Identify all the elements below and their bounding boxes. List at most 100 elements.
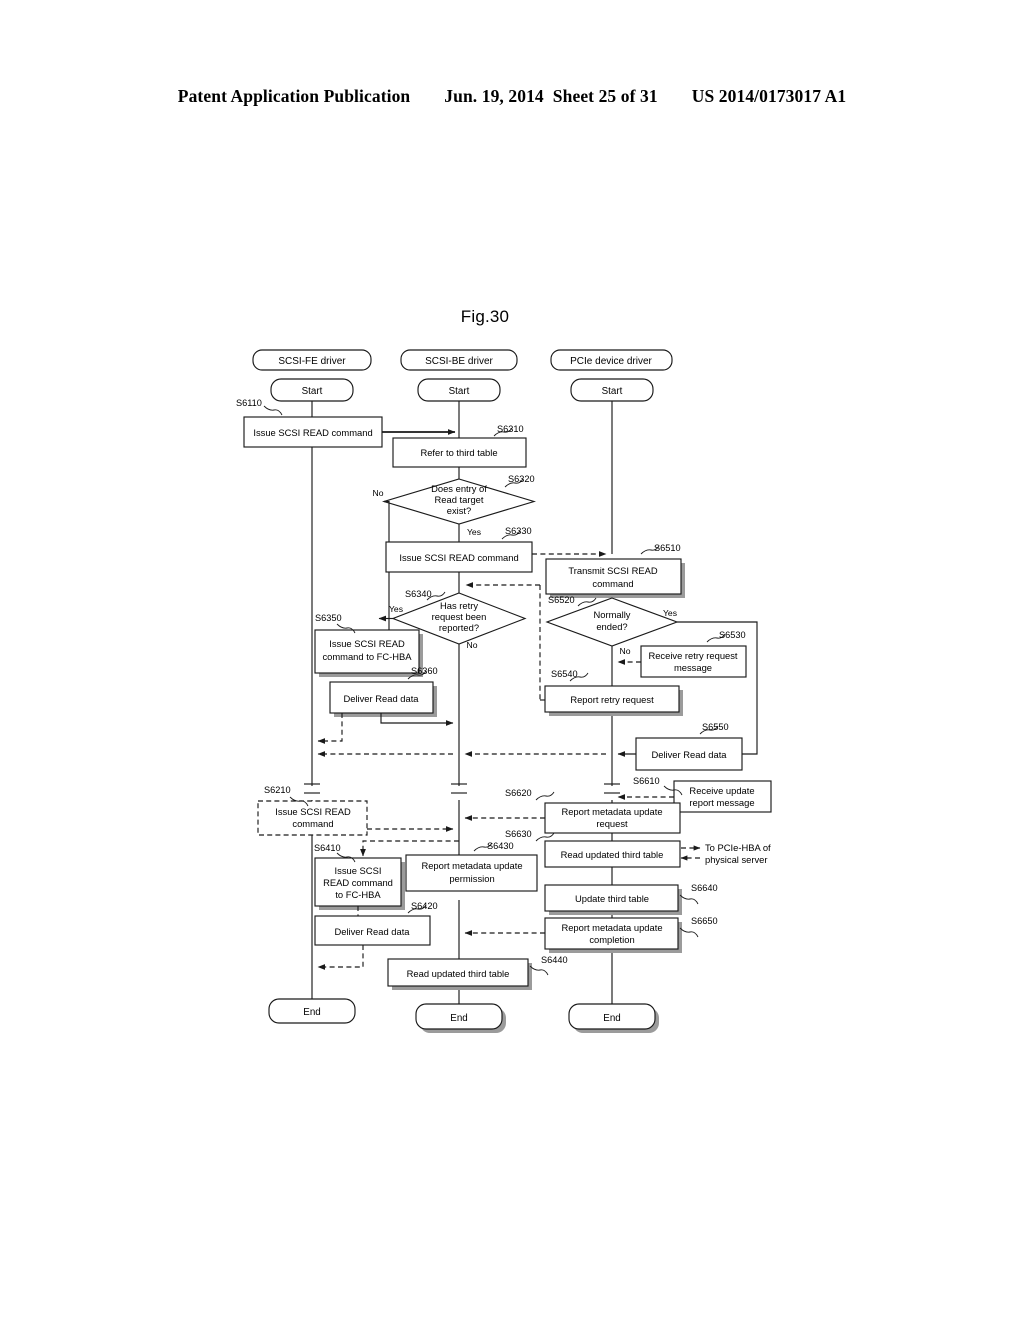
end-terminal-be: End — [415, 1003, 506, 1033]
node-s6510: Transmit SCSI READ command — [545, 558, 685, 598]
annotation-pcie-hba: To PCIe-HBA of physical server — [705, 842, 771, 865]
branch-label-s6340-no: No — [467, 640, 478, 650]
end-label-fe: End — [303, 1007, 320, 1018]
end-terminal-pcie: End — [568, 1003, 659, 1033]
step-label-s6330: S6330 — [505, 526, 532, 536]
node-s6430-line2: permission — [449, 873, 494, 884]
step-label-s6610: S6610 — [633, 776, 660, 786]
node-s6410-line3: to FC-HBA — [335, 889, 381, 900]
node-s6320: Does entry of Read target exist? — [381, 478, 537, 525]
step-label-s6310: S6310 — [497, 424, 524, 434]
node-s6320-line3: exist? — [447, 505, 472, 516]
step-label-s6440: S6440 — [541, 955, 568, 965]
step-label-s6540: S6540 — [551, 669, 578, 679]
start-label-fe: Start — [302, 386, 323, 397]
node-s6430-line1: Report metadata update — [421, 860, 522, 871]
node-s6650-line1: Report metadata update — [561, 922, 662, 933]
start-terminal-be: Start — [417, 378, 501, 402]
start-label-pcie: Start — [602, 386, 623, 397]
step-label-s6110: S6110 — [236, 398, 262, 408]
start-terminal-fe: Start — [270, 378, 354, 402]
annotation-pcie-hba-line1: To PCIe-HBA of — [705, 842, 771, 853]
step-label-s6410: S6410 — [314, 843, 341, 853]
node-s6350-line1: Issue SCSI READ — [329, 638, 405, 649]
step-label-s6360: S6360 — [411, 666, 438, 676]
node-s6420: Deliver Read data — [314, 915, 431, 946]
node-s6510-line1: Transmit SCSI READ — [568, 565, 657, 576]
node-s6340-line3: reported? — [439, 622, 479, 633]
node-s6320-line2: Read target — [435, 494, 484, 505]
node-s6110-text: Issue SCSI READ command — [253, 427, 372, 438]
node-s6630: Read updated third table — [544, 840, 681, 868]
step-label-s6350: S6350 — [315, 613, 342, 623]
lane-label-fe: SCSI-FE driver — [278, 356, 346, 367]
step-label-s6630: S6630 — [505, 829, 532, 839]
node-s6540: Report retry request — [544, 685, 683, 716]
step-label-s6210: S6210 — [264, 785, 291, 795]
lane-label-be: SCSI-BE driver — [425, 356, 493, 367]
node-s6530: Receive retry request message — [640, 645, 747, 678]
step-label-s6640: S6640 — [691, 883, 718, 893]
step-label-s6550: S6550 — [702, 722, 729, 732]
node-s6440: Read updated third table — [387, 958, 532, 990]
node-s6420-text: Deliver Read data — [334, 926, 410, 937]
node-s6210-line1: Issue SCSI READ — [275, 806, 351, 817]
node-s6410-line2: READ command — [323, 877, 393, 888]
node-s6640-text: Update third table — [575, 893, 649, 904]
start-terminal-pcie: Start — [570, 378, 654, 402]
node-s6360-text: Deliver Read data — [343, 693, 419, 704]
branch-label-s6320-yes: Yes — [467, 527, 481, 537]
node-s6620-line1: Report metadata update — [561, 806, 662, 817]
node-s6550: Deliver Read data — [635, 737, 743, 771]
node-s6340-line2: request been — [432, 611, 487, 622]
node-s6310: Refer to third table — [392, 437, 527, 468]
node-s6640: Update third table — [544, 884, 682, 915]
node-s6520: Normally ended? — [545, 597, 679, 647]
node-s6530-line1: Receive retry request — [648, 650, 737, 661]
step-label-s6520: S6520 — [548, 595, 575, 605]
node-s6530-line2: message — [674, 662, 712, 673]
branch-label-s6520-yes: Yes — [663, 608, 677, 618]
node-s6110: Issue SCSI READ command — [243, 416, 383, 448]
step-label-s6340: S6340 — [405, 589, 432, 599]
node-s6610: Receive update report message — [673, 780, 772, 813]
node-s6410: Issue SCSI READ command to FC-HBA — [314, 857, 405, 910]
node-s6310-text: Refer to third table — [420, 447, 497, 458]
node-s6510-line2: command — [592, 578, 633, 589]
node-s6330-text: Issue SCSI READ command — [399, 552, 518, 563]
node-s6610-line1: Receive update — [689, 785, 754, 796]
node-s6650: Report metadata update completion — [544, 917, 682, 953]
node-s6350: Issue SCSI READ command to FC-HBA — [314, 629, 423, 677]
end-label-pcie: End — [603, 1013, 620, 1024]
step-label-s6620: S6620 — [505, 788, 532, 798]
start-label-be: Start — [449, 386, 470, 397]
node-s6620: Report metadata update request — [544, 802, 681, 834]
branch-label-s6340-yes: Yes — [389, 604, 403, 614]
step-label-s6320: S6320 — [508, 474, 535, 484]
annotation-pcie-hba-line2: physical server — [705, 854, 768, 865]
end-label-be: End — [450, 1013, 467, 1024]
node-s6520-line1: Normally — [594, 609, 631, 620]
node-s6350-line2: command to FC-HBA — [322, 651, 412, 662]
lane-label-pcie: PCIe device driver — [570, 356, 652, 367]
patent-page: Patent Application Publication Jun. 19, … — [0, 0, 1024, 1320]
node-s6550-text: Deliver Read data — [651, 749, 727, 760]
node-s6540-text: Report retry request — [570, 694, 654, 705]
node-s6630-text: Read updated third table — [561, 849, 664, 860]
node-s6210-line2: command — [292, 818, 333, 829]
lane-header-pcie: PCIe device driver — [550, 349, 673, 371]
node-s6610-line2: report message — [689, 797, 754, 808]
step-label-s6530: S6530 — [719, 630, 746, 640]
node-s6360: Deliver Read data — [329, 681, 437, 717]
step-label-s6420: S6420 — [411, 901, 438, 911]
node-s6620-line2: request — [596, 818, 628, 829]
step-label-s6510: S6510 — [654, 543, 681, 553]
branch-label-s6520-no: No — [620, 646, 631, 656]
node-s6440-text: Read updated third table — [407, 968, 510, 979]
branch-label-s6320-no: No — [373, 488, 384, 498]
node-s6330: Issue SCSI READ command — [385, 541, 533, 573]
flowchart-fig30: SCSI-FE driver SCSI-BE driver PCIe devic… — [236, 349, 772, 1033]
step-label-s6430: S6430 — [487, 841, 514, 851]
node-s6650-line2: completion — [589, 934, 634, 945]
node-s6430: Report metadata update permission — [405, 854, 538, 892]
